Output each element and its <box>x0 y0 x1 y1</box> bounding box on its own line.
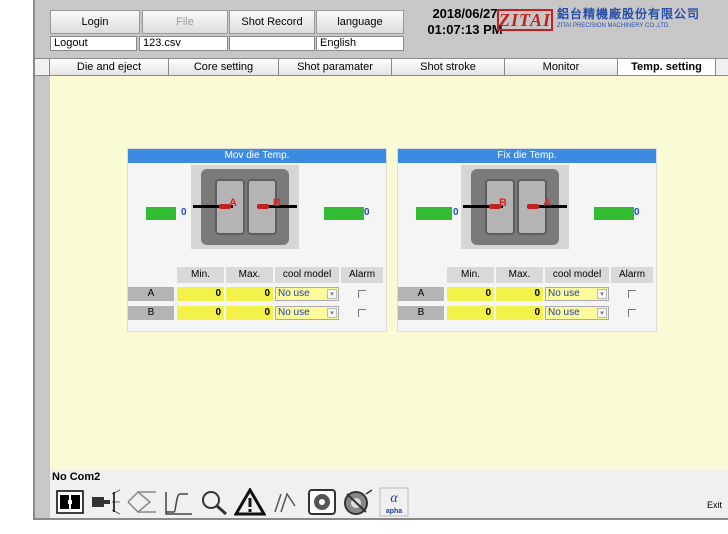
label-b: B <box>499 197 507 209</box>
dropdown-arrow-icon: ▾ <box>327 289 337 299</box>
row-label-a: A <box>128 287 174 301</box>
alarm-a-checkbox[interactable] <box>358 290 366 298</box>
tab-bar: Die and eject Core setting Shot paramate… <box>35 58 728 76</box>
cool-model-b-select[interactable]: No use ▾ <box>545 306 609 320</box>
search-icon[interactable] <box>196 486 232 518</box>
row-label-a: A <box>398 287 444 301</box>
max-b-input[interactable]: 0 <box>226 306 273 320</box>
robot-icon[interactable] <box>304 486 340 518</box>
cool-model-b-value: No use <box>548 307 580 318</box>
tab-core-setting[interactable]: Core setting <box>169 59 279 75</box>
alarm-b-checkbox[interactable] <box>628 309 636 317</box>
mold-diagram: A B <box>191 165 299 249</box>
file-name: 123.csv <box>139 36 228 51</box>
cool-model-a-value: No use <box>548 288 580 299</box>
min-a-input[interactable]: 0 <box>447 287 494 301</box>
col-alarm: Alarm <box>341 267 383 283</box>
mold-icon[interactable] <box>52 486 88 518</box>
cool-model-b-value: No use <box>278 307 310 318</box>
min-b-input[interactable]: 0 <box>447 306 494 320</box>
shot-record-button[interactable]: Shot Record <box>229 10 315 34</box>
status-bar: No Com2 <box>50 470 728 484</box>
col-alarm: Alarm <box>611 267 653 283</box>
min-a-input[interactable]: 0 <box>177 287 224 301</box>
left-temp-value: 0 <box>453 207 459 218</box>
shot-record-value <box>229 36 315 51</box>
alarm-b-checkbox[interactable] <box>358 309 366 317</box>
tab-shot-stroke[interactable]: Shot stroke <box>392 59 505 75</box>
main-area: Mov die Temp. 0 A B 0 Min. Max. cool mod… <box>50 76 728 470</box>
toolbar: α apha Exit <box>50 484 728 518</box>
heater-pin-b <box>257 204 269 209</box>
app-window: Login File Shot Record language Logout 1… <box>33 0 728 520</box>
right-temp-value: 0 <box>364 207 370 218</box>
label-a: A <box>543 197 551 209</box>
tab-temp-setting[interactable]: Temp. setting <box>618 59 716 75</box>
row-label-b: B <box>398 306 444 320</box>
cool-model-a-select[interactable]: No use ▾ <box>545 287 609 301</box>
svg-text:α: α <box>390 491 398 506</box>
file-label: File <box>176 16 194 28</box>
cool-model-b-select[interactable]: No use ▾ <box>275 306 339 320</box>
max-b-input[interactable]: 0 <box>496 306 543 320</box>
alpha-icon[interactable]: α apha <box>376 486 412 518</box>
max-a-input[interactable]: 0 <box>496 287 543 301</box>
fix-die-panel: Fix die Temp. 0 B A 0 Min. Max. cool mod… <box>397 148 657 332</box>
dropdown-arrow-icon: ▾ <box>327 308 337 318</box>
language-button[interactable]: language <box>316 10 404 34</box>
alpha-icon-text: apha <box>386 508 402 515</box>
tab-monitor[interactable]: Monitor <box>505 59 618 75</box>
curve-icon[interactable] <box>160 486 196 518</box>
cool-model-a-select[interactable]: No use ▾ <box>275 287 339 301</box>
language-label: language <box>337 16 383 28</box>
mov-die-panel: Mov die Temp. 0 A B 0 Min. Max. cool mod… <box>127 148 387 332</box>
mold-diagram: B A <box>461 165 569 249</box>
left-temp-value: 0 <box>181 207 187 218</box>
tab-shot-paramater[interactable]: Shot paramater <box>279 59 392 75</box>
warning-icon[interactable] <box>232 486 268 518</box>
logo-name-cn: 鋁台精機廠股份有限公司 <box>557 7 701 21</box>
col-cool-model: cool model <box>275 267 339 283</box>
open-close-icon[interactable] <box>124 486 160 518</box>
cool-model-a-value: No use <box>278 288 310 299</box>
logo-name-en: ZITAI PRECISION MACHINERY CO.,LTD. <box>557 23 670 29</box>
login-status: Logout <box>50 36 137 51</box>
col-min: Min. <box>177 267 224 283</box>
logo-mark: ZITAI <box>497 9 553 31</box>
robot-disabled-icon[interactable] <box>340 486 376 518</box>
label-a: A <box>229 197 237 209</box>
min-b-input[interactable]: 0 <box>177 306 224 320</box>
exit-button[interactable]: Exit <box>707 500 722 510</box>
shot-record-label: Shot Record <box>241 16 303 28</box>
language-value: English <box>316 36 404 51</box>
row-label-b: B <box>128 306 174 320</box>
col-cool-model: cool model <box>545 267 609 283</box>
login-label: Login <box>81 16 109 28</box>
heater-pin-a <box>527 204 539 209</box>
max-a-input[interactable]: 0 <box>226 287 273 301</box>
right-temp-value: 0 <box>634 207 640 218</box>
alarm-a-checkbox[interactable] <box>628 290 636 298</box>
panel-title: Fix die Temp. <box>398 149 656 163</box>
dropdown-arrow-icon: ▾ <box>597 308 607 318</box>
col-max: Max. <box>226 267 273 283</box>
injection-icon[interactable] <box>88 486 124 518</box>
company-logo: ZITAI 鋁台精機廠股份有限公司 ZITAI PRECISION MACHIN… <box>497 4 709 36</box>
file-button[interactable]: File <box>142 10 228 34</box>
dropdown-arrow-icon: ▾ <box>597 289 607 299</box>
right-temp-bar <box>324 207 364 220</box>
right-temp-bar <box>594 207 634 220</box>
login-button[interactable]: Login <box>50 10 140 34</box>
left-temp-bar <box>416 207 452 220</box>
tab-die-and-eject[interactable]: Die and eject <box>49 59 169 75</box>
col-min: Min. <box>447 267 494 283</box>
label-b: B <box>273 197 281 209</box>
col-max: Max. <box>496 267 543 283</box>
panel-title: Mov die Temp. <box>128 149 386 163</box>
left-temp-bar <box>146 207 176 220</box>
pen-icon[interactable] <box>268 486 304 518</box>
